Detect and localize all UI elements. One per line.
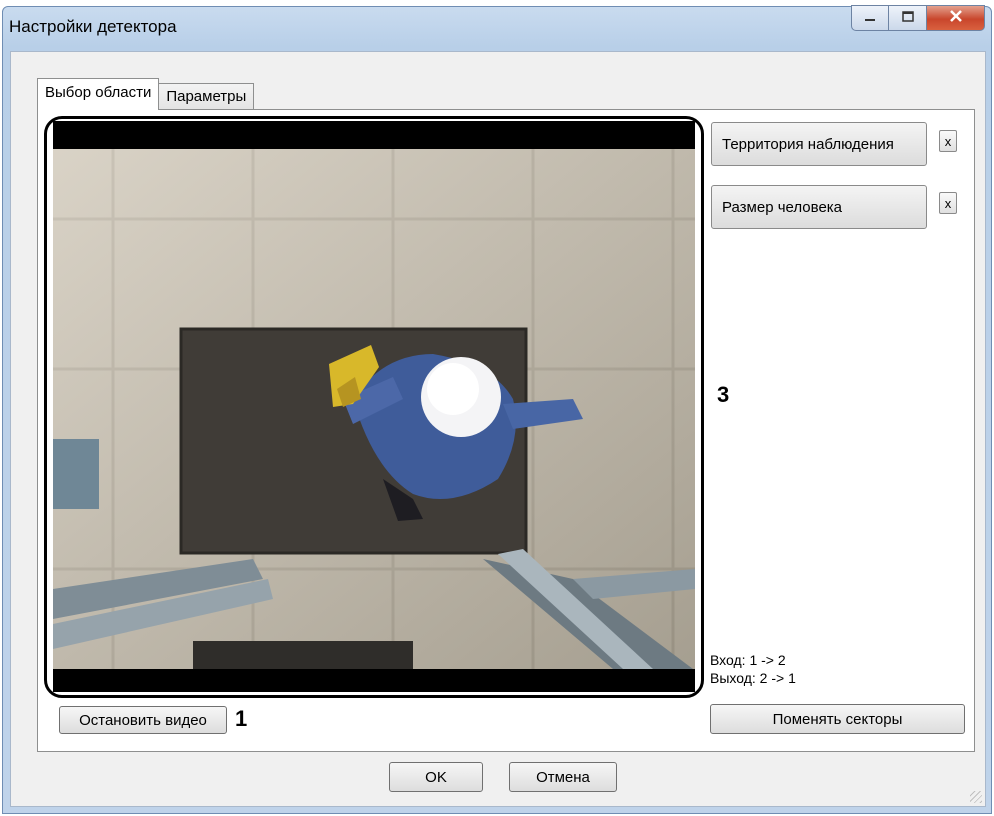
window-title: Настройки детектора bbox=[9, 17, 177, 36]
minimize-icon bbox=[863, 10, 877, 26]
tab-area-selection[interactable]: Выбор области bbox=[37, 78, 160, 110]
dialog-client-area: Выбор области Параметры Территория наблю… bbox=[10, 51, 986, 807]
annotation-3: 3 bbox=[717, 382, 730, 407]
annotation-1: 1 bbox=[235, 706, 248, 731]
maximize-icon bbox=[901, 10, 915, 26]
area-selection-panel: 2 Территория наблюдения x Размер человек… bbox=[37, 109, 975, 752]
exit-direction-text: Выход: 2 -> 1 bbox=[710, 670, 796, 686]
clear-person-size-button[interactable]: x bbox=[939, 192, 957, 214]
resize-grip-icon[interactable] bbox=[970, 791, 982, 803]
entry-direction-text: Вход: 1 -> 2 bbox=[710, 652, 786, 668]
tab-parameters[interactable]: Параметры bbox=[158, 83, 255, 110]
close-button[interactable] bbox=[927, 5, 985, 31]
maximize-button[interactable] bbox=[889, 5, 927, 31]
close-icon bbox=[949, 9, 963, 28]
clear-territory-button[interactable]: x bbox=[939, 130, 957, 152]
ok-button[interactable]: OK bbox=[389, 762, 483, 792]
caption-buttons bbox=[851, 5, 985, 31]
observation-territory-button[interactable]: Территория наблюдения bbox=[711, 122, 927, 166]
video-area-outline bbox=[44, 116, 704, 698]
tab-strip: Выбор области Параметры bbox=[37, 78, 255, 110]
swap-sectors-button[interactable]: Поменять секторы bbox=[710, 704, 965, 734]
detector-settings-window: Настройки детектора Выбор области Параме… bbox=[2, 5, 992, 814]
person-size-button[interactable]: Размер человека bbox=[711, 185, 927, 229]
cancel-button[interactable]: Отмена bbox=[509, 762, 617, 792]
minimize-button[interactable] bbox=[851, 5, 889, 31]
stop-video-button[interactable]: Остановить видео bbox=[59, 706, 227, 734]
